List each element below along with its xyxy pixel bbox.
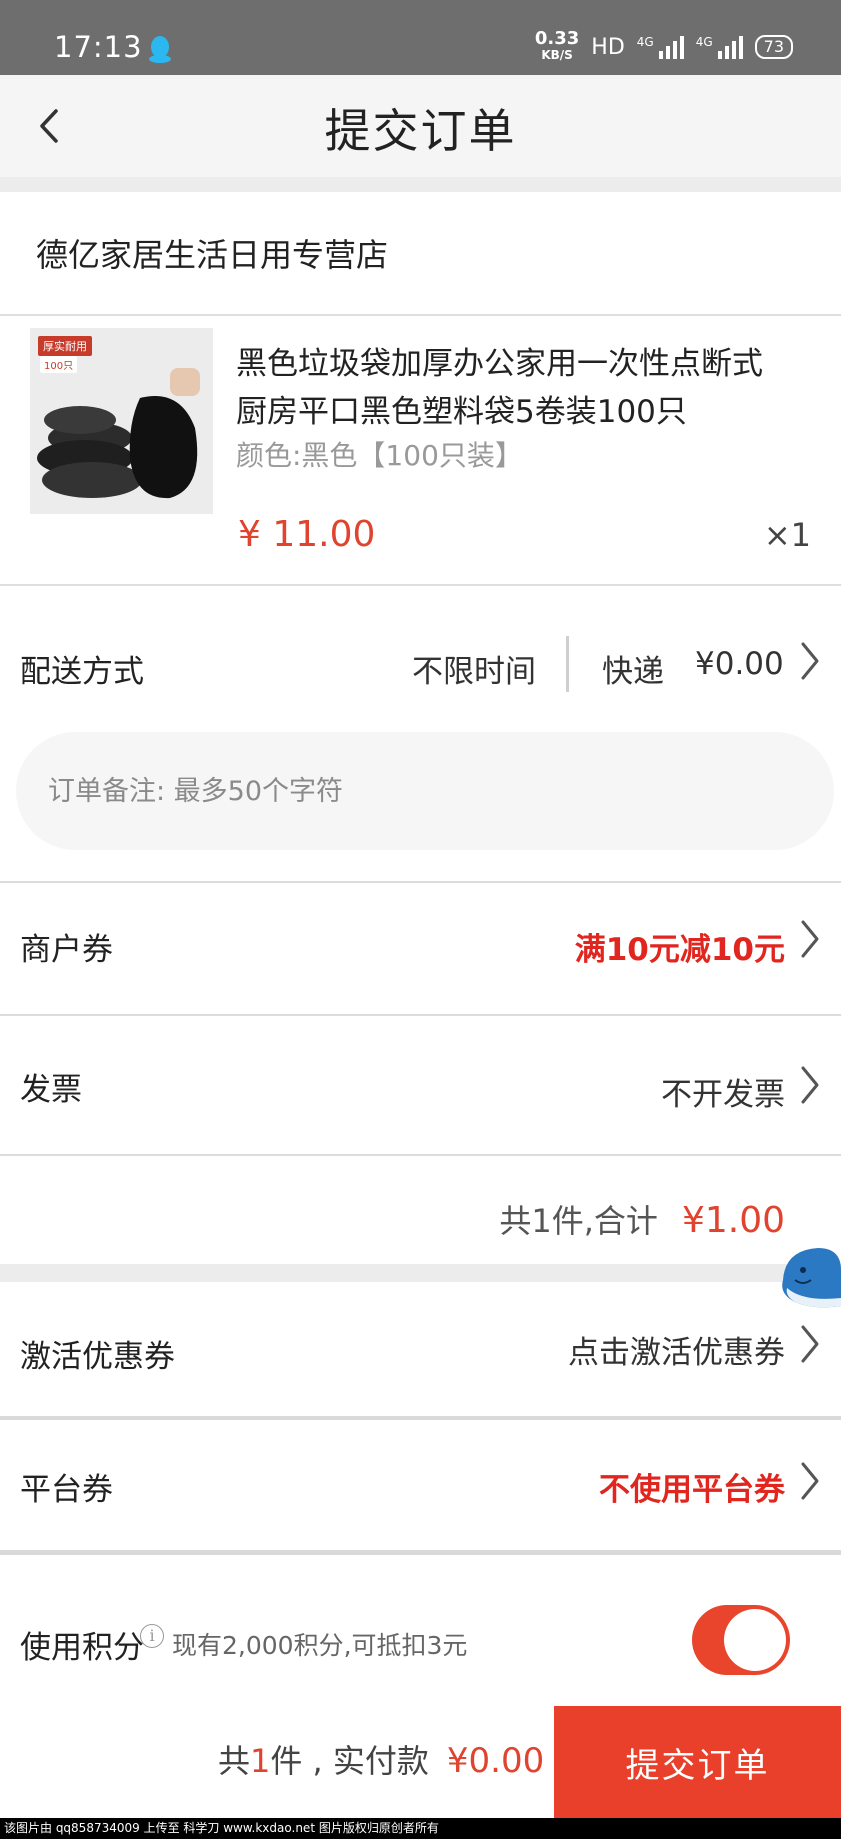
merchant-coupon-label: 商户券 [20,932,113,968]
signal-icon: 4G [696,35,743,59]
product-item[interactable]: 厚实耐用 100只 黑色垃圾袋加厚办公家用一次性点断式厨房平口黑色塑料袋5卷装1… [0,316,841,586]
platform-coupon-value: 不使用平台券 [599,1472,785,1508]
chevron-right-icon [801,920,819,958]
delivery-label: 配送方式 [20,654,144,690]
points-toggle[interactable] [692,1605,790,1675]
activate-coupon-link: 点击激活优惠券 [568,1335,785,1371]
store-header[interactable]: 德亿家居生活日用专营店 [0,192,841,316]
product-image-tag: 100只 [40,356,78,373]
product-title: 黑色垃圾袋加厚办公家用一次性点断式厨房平口黑色塑料袋5卷装100只 [236,346,763,430]
delivery-time: 不限时间 [412,654,536,690]
platform-coupon-label: 平台券 [20,1472,113,1508]
chevron-right-icon [801,1066,819,1104]
submit-order-button[interactable]: 提交订单 [554,1706,841,1818]
watermark-text: 该图片由 qq858734009 上传至 科学刀 www.kxdao.net 图… [0,1818,841,1839]
chevron-right-icon [801,1462,819,1500]
merchant-coupon-row[interactable]: 商户券 满10元减10元 [0,920,841,984]
invoice-row[interactable]: 发票 不开发票 [0,1064,841,1124]
delivery-fee: ¥0.00 [695,646,784,682]
product-image-tag: 厚实耐用 [38,336,92,356]
chevron-right-icon [801,1325,819,1363]
signal-icon: 4G [637,35,684,59]
activate-coupon-label: 激活优惠券 [20,1339,175,1375]
product-spec: 颜色:黑色【100只装】 [236,439,523,472]
divider [0,1416,841,1420]
product-image: 厚实耐用 100只 [30,328,213,514]
status-bar: 17:13 0.33 KB/S HD 4G 4G 73 [0,0,841,75]
bottom-bar: 共1件 , 实付款 ¥0.00 提交订单 [0,1706,841,1818]
divider [0,881,841,883]
merchant-coupon-value: 满10元减10元 [574,932,785,968]
status-indicators: 0.33 KB/S HD 4G 4G 73 [535,30,793,64]
section-gap [0,1264,841,1282]
subtotal-amount: ¥1.00 [681,1200,785,1241]
section-gap [0,177,841,192]
toggle-knob [724,1609,786,1671]
page-title: 提交订单 [324,104,517,158]
chevron-right-icon [801,642,819,680]
product-price: ¥ 11.00 [238,514,376,555]
battery-icon: 73 [754,35,793,59]
delivery-method: 快递 [602,654,664,690]
hd-indicator: HD [591,34,625,60]
nav-bar: 提交订单 [0,75,841,177]
invoice-label: 发票 [20,1072,82,1108]
info-icon[interactable]: i [140,1624,164,1648]
divider [0,1154,841,1156]
divider [0,1550,841,1555]
points-description: 现有2,000积分,可抵扣3元 [172,1631,468,1660]
subtotal-summary: 共1件,合计 ¥1.00 [499,1196,785,1242]
delivery-row[interactable]: 配送方式 不限时间 快递 ¥0.00 [0,636,841,706]
status-time: 17:13 [54,30,143,64]
platform-coupon-row[interactable]: 平台券 不使用平台券 [0,1462,841,1524]
order-remark-input[interactable] [16,732,834,850]
payable-amount: ¥0.00 [446,1741,545,1781]
net-speed: 0.33 KB/S [534,28,580,63]
store-name: 德亿家居生活日用专营店 [36,236,389,274]
qq-icon [149,36,171,63]
activate-coupon-row[interactable]: 激活优惠券 点击激活优惠券 [0,1325,841,1387]
product-quantity: ×1 [763,516,811,554]
points-label: 使用积分 [20,1630,144,1666]
delivery-divider [566,636,569,692]
invoice-value: 不开发票 [661,1077,785,1113]
subtotal-text: 共1件,合计 [499,1202,658,1240]
total-payable: 共1件 , 实付款 ¥0.00 [218,1741,545,1781]
item-count: 1 [250,1742,271,1780]
divider [0,1014,841,1016]
whale-icon[interactable] [773,1240,841,1314]
